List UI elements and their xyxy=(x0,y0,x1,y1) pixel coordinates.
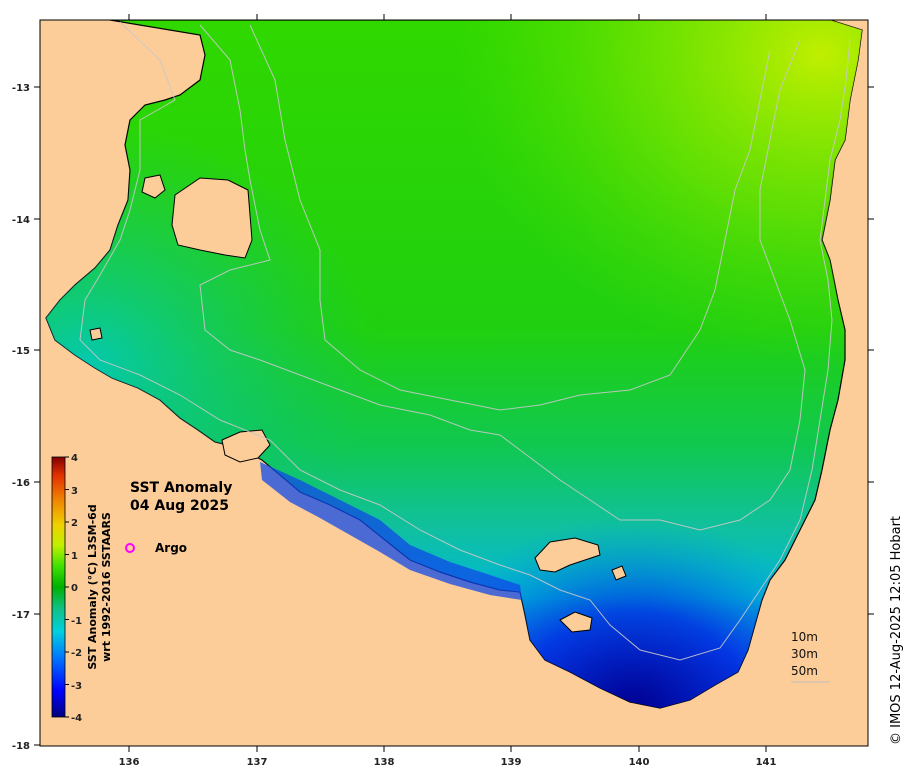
colorbar-bar xyxy=(51,456,66,718)
argo-legend-label: Argo xyxy=(155,541,187,555)
colorbar-tick-label: 0 xyxy=(71,583,78,594)
sst-anomaly-map-figure: 136 137 138 139 140 141 -13 -14 -15 -16 … xyxy=(12,14,904,768)
x-tick-labels: 136 137 138 139 140 141 xyxy=(119,757,777,768)
colorbar-tick-label: -2 xyxy=(71,648,82,659)
colorbar-tick-label: -4 xyxy=(71,713,82,724)
colorbar-tick-label: 3 xyxy=(71,486,78,497)
colorbar-tick-label: -3 xyxy=(71,681,82,692)
colorbar-tick-label: 1 xyxy=(71,551,78,562)
x-tick-label: 140 xyxy=(629,757,650,768)
y-tick-label: -13 xyxy=(12,83,30,94)
colorbar-tick-label: 4 xyxy=(71,453,78,464)
y-tick-label: -18 xyxy=(12,741,30,752)
colorbar-label-line2: wrt 1992-2016 SSTAARS xyxy=(100,512,113,662)
depth-label-50m: 50m xyxy=(791,664,818,678)
x-tick-label: 141 xyxy=(756,757,777,768)
y-tick-labels: -13 -14 -15 -16 -17 -18 xyxy=(12,83,30,752)
y-tick-label: -17 xyxy=(12,610,30,621)
imos-credit: © IMOS 12-Aug-2025 12:05 Hobart xyxy=(889,516,904,745)
island-west-small xyxy=(89,327,103,341)
y-tick-label: -14 xyxy=(12,215,30,226)
colorbar-tick-label: 2 xyxy=(71,518,78,529)
colorbar-label-line1: SST Anomaly (°C) L3SM-6d xyxy=(86,504,99,669)
x-tick-label: 137 xyxy=(247,757,268,768)
y-tick-label: -16 xyxy=(12,478,30,489)
depth-label-10m: 10m xyxy=(791,630,818,644)
colorbar-tick-label: -1 xyxy=(71,616,82,627)
map-title-line2: 04 Aug 2025 xyxy=(130,498,229,514)
x-tick-label: 139 xyxy=(501,757,522,768)
map-area xyxy=(40,20,868,746)
y-tick-label: -15 xyxy=(12,346,30,357)
x-tick-label: 136 xyxy=(119,757,140,768)
depth-label-30m: 30m xyxy=(791,647,818,661)
x-tick-label: 138 xyxy=(374,757,395,768)
island-groote-eylandt xyxy=(171,177,253,259)
map-title-line1: SST Anomaly xyxy=(130,480,232,496)
